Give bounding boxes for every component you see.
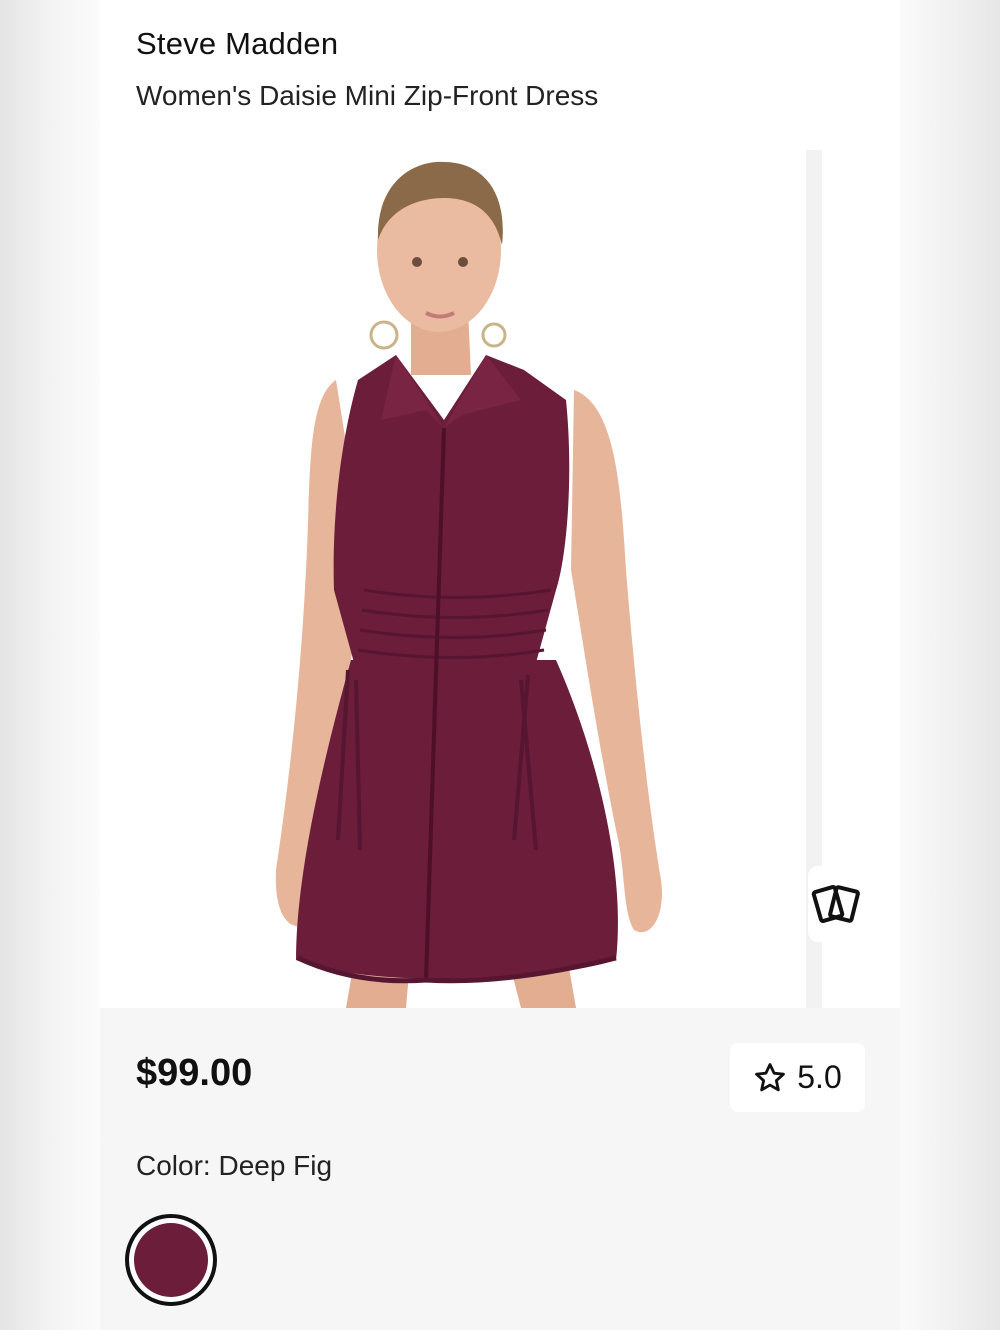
- rating-badge[interactable]: 5.0: [730, 1043, 865, 1112]
- dress-photo: [126, 150, 820, 1008]
- product-image[interactable]: [126, 150, 820, 1008]
- page-left-background: [0, 0, 100, 1330]
- product-info-panel: $99.00 5.0 Color: Deep Fig: [100, 1008, 900, 1330]
- brand-name: Steve Madden: [136, 26, 339, 61]
- color-swatch-deep-fig[interactable]: [125, 1214, 217, 1306]
- color-label: Color: Deep Fig: [136, 1150, 333, 1181]
- color-swatch-fill: [134, 1223, 208, 1297]
- cards-icon-glyph: [811, 885, 860, 923]
- product-title: Women's Daisie Mini Zip-Front Dress: [136, 80, 599, 111]
- product-card[interactable]: Steve Madden Women's Daisie Mini Zip-Fro…: [100, 0, 900, 1330]
- page-right-background: [900, 0, 1000, 1330]
- star-outline-icon: [755, 1062, 786, 1091]
- product-price: $99.00: [136, 1052, 253, 1094]
- rating-value: 5.0: [797, 1059, 842, 1095]
- cards-icon[interactable]: [808, 866, 864, 942]
